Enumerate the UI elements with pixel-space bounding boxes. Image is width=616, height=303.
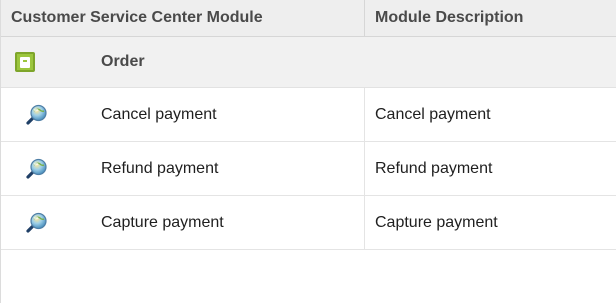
table-row[interactable]: Cancel payment Cancel payment (1, 88, 616, 142)
group-row-order[interactable]: Order (1, 37, 616, 88)
row-module-description: Refund payment (375, 159, 493, 177)
column-header-description[interactable]: Module Description (365, 0, 616, 36)
row-module-name: Cancel payment (101, 88, 365, 141)
group-icon-cell (1, 52, 101, 72)
archive-box-icon[interactable] (15, 52, 35, 72)
group-label: Order (101, 53, 145, 70)
table-row[interactable]: Capture payment Capture payment (1, 196, 616, 250)
row-module-description: Cancel payment (375, 105, 491, 123)
row-module-description: Capture payment (375, 213, 498, 231)
table-row[interactable]: Refund payment Refund payment (1, 142, 616, 196)
row-module-name: Refund payment (101, 142, 365, 195)
row-icon-cell (1, 88, 101, 141)
row-module-name: Capture payment (101, 196, 365, 249)
table-header: Customer Service Center Module Module De… (1, 0, 616, 37)
row-icon-cell (1, 196, 101, 249)
row-icon-cell (1, 142, 101, 195)
magnifier-globe-icon (26, 158, 47, 179)
magnifier-globe-icon (26, 212, 47, 233)
magnifier-globe-icon (26, 104, 47, 125)
column-header-module[interactable]: Customer Service Center Module (1, 0, 365, 36)
module-table: Customer Service Center Module Module De… (0, 0, 616, 303)
